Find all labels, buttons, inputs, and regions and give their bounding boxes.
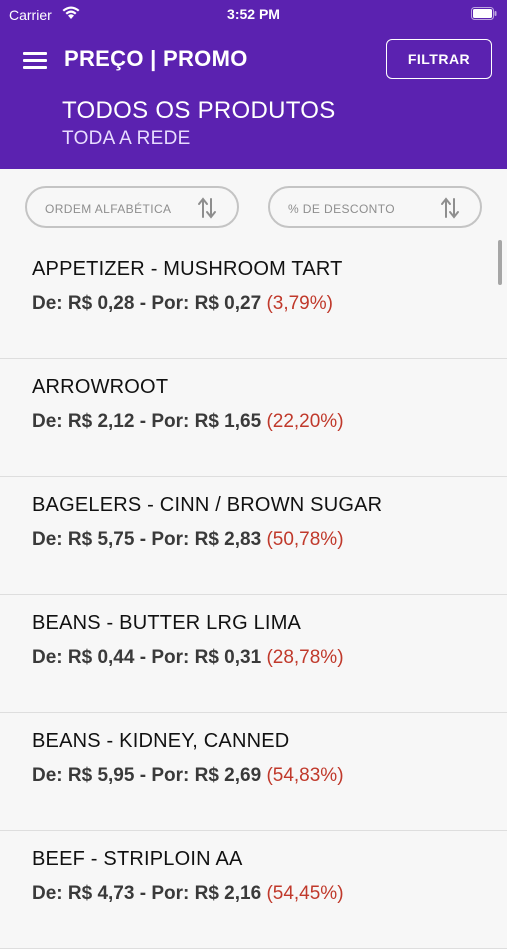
- product-name: BEANS - BUTTER LRG LIMA: [32, 612, 302, 634]
- product-price: De: R$ 5,75 - Por: R$ 2,83 (50,78%): [32, 529, 344, 551]
- battery-icon: [471, 7, 497, 20]
- section-title: TODOS OS PRODUTOS: [62, 97, 336, 124]
- discount-percent: (28,78%): [266, 647, 344, 668]
- filter-button[interactable]: FILTRAR: [386, 39, 492, 79]
- discount-percent: (50,78%): [266, 529, 344, 550]
- price-text: De: R$ 4,73 - Por: R$ 2,16: [32, 883, 262, 904]
- status-time: 3:52 PM: [227, 6, 280, 22]
- product-row[interactable]: BEANS - BUTTER LRG LIMA De: R$ 0,44 - Po…: [0, 595, 507, 713]
- discount-percent: (54,45%): [266, 883, 344, 904]
- product-name: BEEF - STRIPLOIN AA: [32, 848, 243, 870]
- sort-alphabetical-button[interactable]: ORDEM ALFABÉTICA: [25, 186, 239, 228]
- product-price: De: R$ 2,12 - Por: R$ 1,65 (22,20%): [32, 411, 344, 433]
- discount-percent: (54,83%): [266, 765, 344, 786]
- price-text: De: R$ 2,12 - Por: R$ 1,65: [32, 411, 262, 432]
- price-text: De: R$ 5,75 - Por: R$ 2,83: [32, 529, 262, 550]
- product-row[interactable]: BEEF - STRIPLOIN AA De: R$ 4,73 - Por: R…: [0, 831, 507, 949]
- product-name: BAGELERS - CINN / BROWN SUGAR: [32, 494, 383, 516]
- price-text: De: R$ 5,95 - Por: R$ 2,69: [32, 765, 262, 786]
- product-name: APPETIZER - MUSHROOM TART: [32, 258, 343, 280]
- app-title: PREÇO | PROMO: [64, 46, 248, 71]
- product-name: ARROWROOT: [32, 376, 169, 398]
- product-row[interactable]: ARROWROOT De: R$ 2,12 - Por: R$ 1,65 (22…: [0, 359, 507, 477]
- hamburger-menu-icon[interactable]: [23, 50, 47, 70]
- status-bar: Carrier 3:52 PM: [0, 0, 507, 30]
- product-row[interactable]: BEANS - KIDNEY, CANNED De: R$ 5,95 - Por…: [0, 713, 507, 831]
- product-price: De: R$ 5,95 - Por: R$ 2,69 (54,83%): [32, 765, 344, 787]
- discount-percent: (3,79%): [266, 293, 333, 314]
- product-list: APPETIZER - MUSHROOM TART De: R$ 0,28 - …: [0, 241, 507, 949]
- sort-discount-label: % DE DESCONTO: [288, 202, 395, 216]
- price-text: De: R$ 0,28 - Por: R$ 0,27: [32, 293, 262, 314]
- product-name: BEANS - KIDNEY, CANNED: [32, 730, 290, 752]
- product-row[interactable]: BAGELERS - CINN / BROWN SUGAR De: R$ 5,7…: [0, 477, 507, 595]
- section-subtitle: TODA A REDE: [62, 128, 191, 149]
- product-price: De: R$ 0,44 - Por: R$ 0,31 (28,78%): [32, 647, 344, 669]
- product-row[interactable]: APPETIZER - MUSHROOM TART De: R$ 0,28 - …: [0, 241, 507, 359]
- product-price: De: R$ 0,28 - Por: R$ 0,27 (3,79%): [32, 293, 333, 315]
- list-scrollbar[interactable]: [498, 240, 502, 285]
- sort-arrows-icon: [441, 197, 459, 219]
- sort-arrows-icon: [198, 197, 216, 219]
- sort-alphabetical-label: ORDEM ALFABÉTICA: [45, 202, 172, 216]
- product-price: De: R$ 4,73 - Por: R$ 2,16 (54,45%): [32, 883, 344, 905]
- app-header: Carrier 3:52 PM PREÇO | PROMO FILTRAR TO…: [0, 0, 507, 169]
- discount-percent: (22,20%): [266, 411, 344, 432]
- sort-discount-button[interactable]: % DE DESCONTO: [268, 186, 482, 228]
- price-text: De: R$ 0,44 - Por: R$ 0,31: [32, 647, 262, 668]
